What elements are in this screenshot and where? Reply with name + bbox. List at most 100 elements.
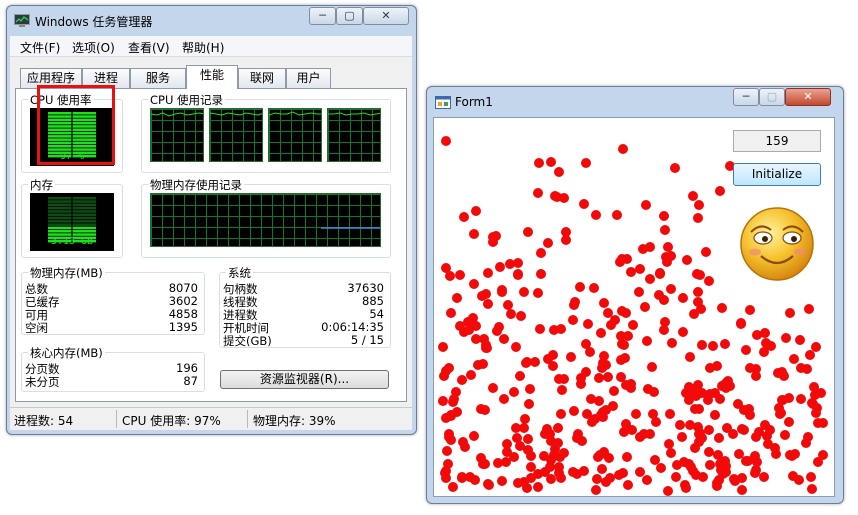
red-dot xyxy=(468,228,479,239)
red-dot xyxy=(745,409,755,420)
menu-options[interactable]: 选项(O) xyxy=(72,39,115,56)
red-dot xyxy=(709,410,720,421)
red-dot xyxy=(816,387,827,398)
task-manager-titlebar[interactable]: Windows 任务管理器 ─ ▢ ✕ xyxy=(7,6,416,34)
red-dot xyxy=(446,307,457,318)
red-dot xyxy=(464,324,474,335)
red-dot xyxy=(452,293,463,304)
menu-bar: 文件(F) 选项(O) 查看(V) 帮助(H) xyxy=(10,36,412,57)
red-dot xyxy=(704,425,715,436)
red-dot xyxy=(440,465,451,476)
stat-row: 提交(GB) 5 / 15 xyxy=(220,333,390,348)
red-dot xyxy=(440,135,451,146)
close-button[interactable]: ✕ xyxy=(363,7,409,25)
tab-performance[interactable]: 性能 xyxy=(186,65,238,89)
kernel-memory-group: 核心内存(MB) 分页数 196 未分页 87 xyxy=(21,345,205,392)
red-dot xyxy=(574,282,585,293)
red-dot xyxy=(510,422,521,433)
red-dot xyxy=(493,458,503,469)
red-dot xyxy=(664,409,675,420)
red-dot xyxy=(503,299,513,310)
red-dot xyxy=(545,157,556,167)
red-dot xyxy=(611,210,622,221)
red-dot xyxy=(653,290,664,300)
red-dot xyxy=(811,402,822,413)
red-dot xyxy=(616,354,626,365)
task-manager-client: 文件(F) 选项(O) 查看(V) 帮助(H) 应用程序 进程 服务 性能 联网… xyxy=(10,36,412,430)
red-dot xyxy=(524,384,535,394)
red-dot xyxy=(561,234,572,245)
red-dot xyxy=(444,362,455,373)
red-dot xyxy=(788,354,799,365)
red-dot xyxy=(666,250,677,261)
red-dot xyxy=(716,302,727,313)
red-dot xyxy=(795,393,806,404)
red-dot xyxy=(689,404,700,415)
red-dot xyxy=(621,307,632,318)
status-processes: 进程数: 54 xyxy=(14,414,74,428)
red-dot xyxy=(557,385,568,396)
menu-file[interactable]: 文件(F) xyxy=(20,39,60,56)
red-dot xyxy=(601,359,612,370)
red-dot xyxy=(684,351,695,362)
menu-help[interactable]: 帮助(H) xyxy=(182,39,224,56)
form1-close-button[interactable]: ✕ xyxy=(785,88,831,106)
red-dot xyxy=(454,270,465,280)
red-dot xyxy=(580,158,591,168)
status-memory: 物理内存: 39% xyxy=(253,414,336,428)
red-dot xyxy=(813,457,824,468)
red-dot xyxy=(579,198,590,209)
red-dot xyxy=(641,336,652,347)
red-dot xyxy=(534,324,545,335)
tab-networking[interactable]: 联网 xyxy=(238,68,286,88)
red-dot xyxy=(801,364,812,374)
minimize-button[interactable]: ─ xyxy=(309,7,336,25)
red-dot xyxy=(666,337,677,348)
tab-services[interactable]: 服务 xyxy=(130,68,186,88)
red-dot xyxy=(618,144,629,155)
red-dot xyxy=(663,485,674,496)
red-dot xyxy=(505,308,516,319)
red-dot xyxy=(795,334,806,345)
stat-row: 空闲 1395 xyxy=(22,320,204,335)
memory-label: 内存 xyxy=(28,177,55,193)
red-dot xyxy=(470,205,481,216)
red-dot xyxy=(594,395,604,406)
stat-row: 开机时间 0:06:14:35 xyxy=(220,320,390,335)
red-dot xyxy=(496,476,507,487)
stat-key: 空闲 xyxy=(25,321,48,335)
stat-row: 可用 4858 xyxy=(22,307,204,322)
red-dot xyxy=(568,406,579,417)
red-dot xyxy=(714,433,725,444)
red-dot xyxy=(597,464,607,474)
maximize-button[interactable]: ▢ xyxy=(336,7,363,25)
red-dot xyxy=(475,403,486,414)
tab-users[interactable]: 用户 xyxy=(286,68,331,88)
stat-value: 87 xyxy=(183,374,198,388)
red-dot xyxy=(744,305,755,316)
red-dot xyxy=(783,416,794,427)
red-dot xyxy=(542,238,553,249)
red-dot xyxy=(784,307,795,318)
red-dot xyxy=(682,255,692,266)
cpu-history-label: CPU 使用记录 xyxy=(148,92,226,108)
initialize-button[interactable]: Initialize xyxy=(733,163,821,186)
red-dot xyxy=(635,466,646,477)
red-dot xyxy=(443,429,454,440)
red-dot xyxy=(465,370,476,381)
form1-titlebar[interactable]: Form1 ─ ▢ ✕ xyxy=(427,87,843,115)
stat-key: 未分页 xyxy=(25,375,60,389)
red-dot xyxy=(606,320,617,331)
menu-view[interactable]: 查看(V) xyxy=(128,39,170,56)
counter-textbox[interactable]: 159 xyxy=(733,130,821,152)
red-dot xyxy=(696,340,707,351)
form1-maximize-button[interactable]: ▢ xyxy=(759,88,785,106)
red-dot xyxy=(628,319,639,330)
form1-minimize-button[interactable]: ─ xyxy=(733,88,759,106)
red-dot xyxy=(604,473,615,484)
resource-monitor-button[interactable]: 资源监视器(R)... xyxy=(220,370,389,389)
red-dot xyxy=(582,318,593,329)
red-dot xyxy=(804,304,815,314)
red-dot xyxy=(598,406,609,417)
cpu-history-group: CPU 使用记录 xyxy=(141,92,391,173)
